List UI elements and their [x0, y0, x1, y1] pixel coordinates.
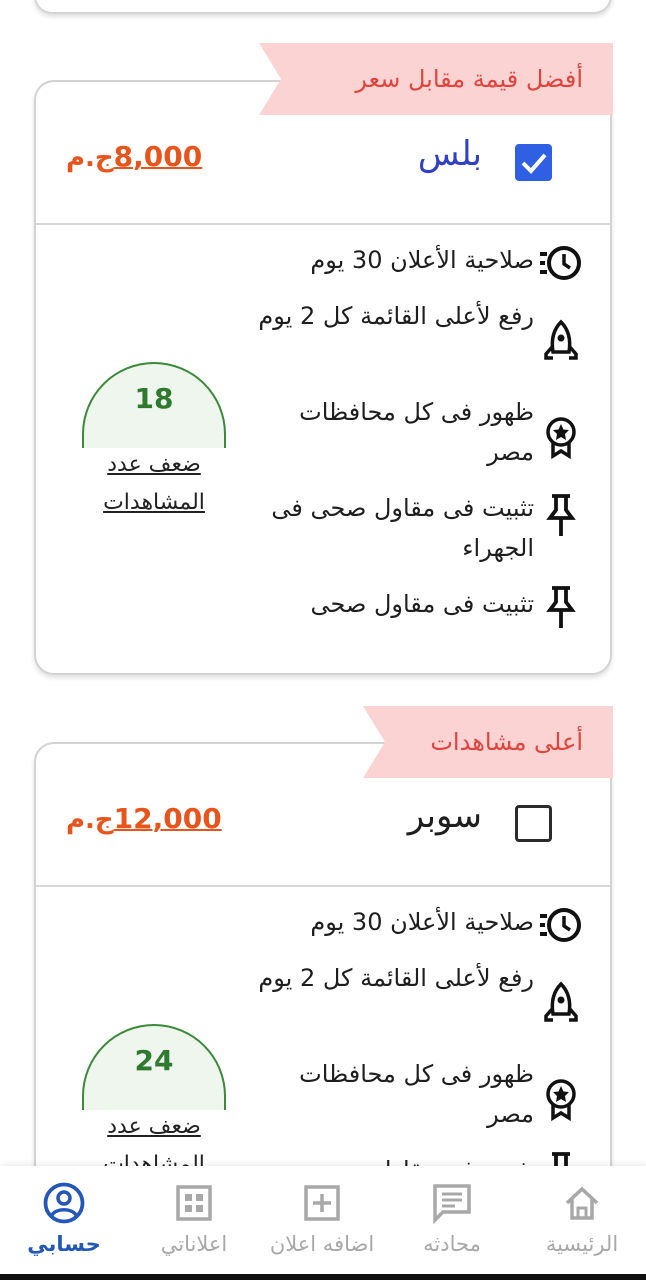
plan-ribbon-best-value: أفضل قيمة مقابل سعر [259, 43, 613, 115]
nav-label: الرئيسية [545, 1232, 619, 1256]
nav-item-add-ad[interactable]: اضافه اعلان [262, 1180, 382, 1256]
chat-icon [429, 1180, 475, 1226]
feature-text: تثبيت فى مقاول صحى [310, 590, 534, 618]
award-badge-icon [538, 414, 584, 460]
price-currency: ج.م [66, 143, 114, 173]
plan-card-plus[interactable]: بلس ج.م 8,000 صلاحية الأعلان 30 يوم رفع ل… [34, 80, 612, 675]
nav-item-home[interactable]: الرئيسية [522, 1180, 642, 1256]
plan-ribbon-top-views: أعلى مشاهدات [363, 706, 613, 778]
feature-text: صلاحية الأعلان 30 يوم [310, 908, 534, 936]
plans-screen: أفضل قيمة مقابل سعر بلس ج.م 8,000 صلاحية … [0, 0, 646, 1166]
ribbon-label: أعلى مشاهدات [430, 728, 583, 756]
nav-label: اعلاناتي [160, 1232, 228, 1256]
account-icon [41, 1180, 87, 1226]
views-multiplier-badge: 24 [82, 1024, 226, 1110]
nav-item-my-ads[interactable]: اعلاناتي [134, 1180, 254, 1256]
feature-item: تثبيت فى مقاول صحى [264, 584, 584, 630]
pin-icon [538, 584, 584, 630]
feature-text: تثبيت فى مقاول صحى فى الجهراء [271, 494, 534, 562]
pin-icon [538, 492, 584, 538]
views-label-link[interactable]: ضعف عدد المشاهدات [74, 1108, 234, 1166]
home-icon [559, 1180, 605, 1226]
check-icon [521, 153, 547, 174]
views-multiplier: 24 [134, 1044, 174, 1077]
award-badge-icon [538, 1076, 584, 1122]
nav-label: محادثه [423, 1232, 481, 1256]
feature-item: ظهور فى كل محافظات مصر [254, 1054, 584, 1134]
feature-text: ظهور فى كل محافظات مصر [299, 398, 534, 466]
add-box-icon [299, 1180, 345, 1226]
price-amount: 8,000 [113, 140, 203, 173]
rocket-icon [538, 318, 584, 364]
nav-label: اضافه اعلان [269, 1232, 375, 1256]
plan-name: سوبر [407, 796, 482, 836]
system-gesture-bar [0, 1274, 646, 1280]
clock-list-icon [538, 902, 584, 948]
feature-item: رفع لأعلى القائمة كل 2 يوم [254, 958, 584, 1026]
nav-label: حسابي [27, 1232, 101, 1256]
feature-item: صلاحية الأعلان 30 يوم [254, 240, 584, 286]
plan-price[interactable]: ج.م 12,000 [66, 802, 222, 835]
feature-item: تثبيت فى مقاول صحى [264, 1150, 584, 1166]
feature-item: رفع لأعلى القائمة كل 2 يوم [254, 296, 584, 364]
feature-item: تثبيت فى مقاول صحى فى الجهراء [264, 488, 584, 568]
feature-text: رفع لأعلى القائمة كل 2 يوم [258, 302, 534, 330]
grid-icon [171, 1180, 217, 1226]
plan-price[interactable]: ج.م 8,000 [66, 140, 202, 173]
plan-card-super[interactable]: سوبر ج.م 12,000 صلاحية الأعلان 30 يوم رفع… [34, 742, 612, 1166]
pin-icon [538, 1150, 584, 1166]
nav-item-chat[interactable]: محادثه [392, 1180, 512, 1256]
nav-item-account[interactable]: حسابي [4, 1180, 124, 1256]
price-amount: 12,000 [113, 802, 222, 835]
price-currency: ج.م [66, 805, 114, 835]
views-multiplier: 18 [134, 382, 174, 415]
views-label-link[interactable]: ضعف عدد المشاهدات [74, 446, 234, 522]
feature-text: صلاحية الأعلان 30 يوم [310, 246, 534, 274]
feature-text: تثبيت فى مقاول صحى [264, 1150, 534, 1166]
plan-checkbox[interactable] [515, 144, 552, 181]
bottom-navigation: الرئيسية محادثه اضافه اعلان اعلاناتي حسا… [0, 1166, 646, 1280]
previous-plan-card [34, 0, 612, 14]
feature-text: رفع لأعلى القائمة كل 2 يوم [258, 964, 534, 992]
clock-list-icon [538, 240, 584, 286]
feature-item: ظهور فى كل محافظات مصر [254, 392, 584, 472]
views-multiplier-badge: 18 [82, 362, 226, 448]
plan-checkbox[interactable] [515, 805, 552, 842]
feature-text: ظهور فى كل محافظات مصر [299, 1060, 534, 1128]
rocket-icon [538, 980, 584, 1026]
plan-name: بلس [417, 134, 482, 174]
ribbon-label: أفضل قيمة مقابل سعر [355, 65, 583, 93]
feature-item: صلاحية الأعلان 30 يوم [254, 902, 584, 948]
